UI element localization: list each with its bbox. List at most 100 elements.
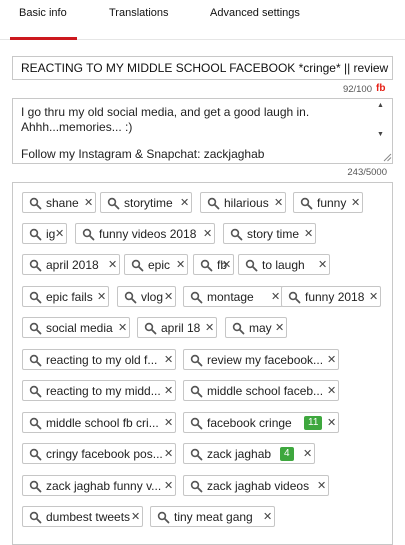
close-icon[interactable]: ✕ [203, 226, 212, 242]
tag-label: zack jaghab funny v... [46, 479, 162, 493]
title-input[interactable]: REACTING TO MY MIDDLE SCHOOL FACEBOOK *c… [12, 56, 393, 80]
tag-chip[interactable]: reacting to my old f... ✕ [22, 349, 176, 370]
search-icon [190, 291, 203, 304]
tag-chip[interactable]: montage ✕ [183, 286, 283, 307]
tag-chip[interactable]: ig ✕ [22, 223, 67, 244]
title-char-counter: 92/100 [342, 84, 372, 95]
close-icon[interactable]: ✕ [263, 509, 272, 525]
tab-translations[interactable]: Translations [109, 7, 169, 19]
tag-label: story time [247, 227, 300, 241]
close-icon[interactable]: ✕ [327, 352, 336, 368]
tag-label: april 18 [161, 321, 201, 335]
resize-grip-icon[interactable] [382, 152, 392, 162]
close-icon[interactable]: ✕ [351, 195, 360, 211]
tag-label: review my facebook... [207, 353, 324, 367]
search-icon [82, 228, 95, 241]
tag-label: funny [317, 196, 347, 210]
tag-label: montage [207, 290, 254, 304]
close-icon[interactable]: ✕ [303, 446, 312, 462]
search-icon [232, 322, 245, 335]
tag-chip[interactable]: zack jaghab 4 ✕ [183, 443, 315, 464]
search-icon [29, 511, 42, 524]
tag-chip[interactable]: facebook cringe 11 ✕ [183, 412, 339, 433]
search-icon [29, 480, 42, 493]
close-icon[interactable]: ✕ [108, 257, 117, 273]
close-icon[interactable]: ✕ [304, 226, 313, 242]
close-icon[interactable]: ✕ [327, 415, 336, 431]
tag-chip[interactable]: fb ✕ [193, 254, 234, 275]
tags-input[interactable]: shane ✕ storytime ✕ hilarious ✕ funny ✕ ig ✕ funny… [12, 182, 393, 545]
tag-chip[interactable]: epic ✕ [124, 254, 188, 275]
search-icon [207, 197, 220, 210]
tag-chip[interactable]: tiny meat gang ✕ [150, 506, 275, 527]
close-icon[interactable]: ✕ [118, 320, 127, 336]
description-char-counter: 243/5000 [347, 167, 387, 178]
tag-chip[interactable]: epic fails ✕ [22, 286, 109, 307]
tag-chip[interactable]: funny ✕ [293, 192, 363, 213]
tag-chip[interactable]: social media ✕ [22, 317, 130, 338]
tag-chip[interactable]: april 18 ✕ [137, 317, 217, 338]
close-icon[interactable]: ✕ [327, 383, 336, 399]
tag-label: cringy facebook pos... [46, 447, 163, 461]
tag-chip[interactable]: reacting to my midd... ✕ [22, 380, 176, 401]
tag-chip[interactable]: zack jaghab funny v... ✕ [22, 475, 176, 496]
tag-label: shane [46, 196, 79, 210]
close-icon[interactable]: ✕ [180, 195, 189, 211]
tag-chip[interactable]: funny videos 2018 ✕ [75, 223, 215, 244]
tab-basic-info[interactable]: Basic info [19, 7, 67, 19]
close-icon[interactable]: ✕ [131, 509, 140, 525]
tag-count-badge: 11 [304, 416, 323, 430]
tag-chip[interactable]: story time ✕ [223, 223, 316, 244]
tag-chip[interactable]: to laugh ✕ [238, 254, 330, 275]
close-icon[interactable]: ✕ [164, 478, 173, 494]
close-icon[interactable]: ✕ [164, 289, 173, 305]
arrow-up-icon[interactable]: ▲ [377, 102, 384, 109]
tag-chip[interactable]: vlog ✕ [117, 286, 176, 307]
tag-label: social media [46, 321, 113, 335]
close-icon[interactable]: ✕ [275, 320, 284, 336]
tag-chip[interactable]: funny 2018 ✕ [281, 286, 381, 307]
arrow-down-icon[interactable]: ▼ [377, 131, 384, 138]
tag-label: epic [148, 258, 171, 272]
tag-chip[interactable]: review my facebook... ✕ [183, 349, 339, 370]
tag-label: reacting to my midd... [46, 384, 161, 398]
tag-chip[interactable]: april 2018 ✕ [22, 254, 120, 275]
close-icon[interactable]: ✕ [164, 352, 173, 368]
description-line: I go thru my old social media, and get a… [21, 105, 310, 119]
close-icon[interactable]: ✕ [176, 257, 185, 273]
tag-chip[interactable]: zack jaghab videos ✕ [183, 475, 329, 496]
tag-label: epic fails [46, 290, 93, 304]
close-icon[interactable]: ✕ [164, 446, 173, 462]
tag-chip[interactable]: middle school fb cri... ✕ [22, 412, 176, 433]
tag-chip[interactable]: shane ✕ [22, 192, 96, 213]
search-icon [190, 417, 203, 430]
tag-chip[interactable]: middle school faceb... ✕ [183, 380, 339, 401]
tag-label: storytime [124, 196, 173, 210]
tag-chip[interactable]: hilarious ✕ [200, 192, 286, 213]
close-icon[interactable]: ✕ [271, 289, 280, 305]
tag-chip[interactable]: cringy facebook pos... ✕ [22, 443, 176, 464]
close-icon[interactable]: ✕ [55, 226, 64, 242]
close-icon[interactable]: ✕ [317, 478, 326, 494]
tab-bar: Basic info Translations Advanced setting… [0, 0, 405, 40]
close-icon[interactable]: ✕ [222, 257, 231, 273]
close-icon[interactable]: ✕ [164, 415, 173, 431]
search-icon [29, 197, 42, 210]
close-icon[interactable]: ✕ [97, 289, 106, 305]
search-icon [131, 259, 144, 272]
close-icon[interactable]: ✕ [84, 195, 93, 211]
description-textarea[interactable]: I go thru my old social media, and get a… [12, 98, 393, 164]
tag-chip[interactable]: dumbest tweets ✕ [22, 506, 143, 527]
tag-chip[interactable]: may ✕ [225, 317, 287, 338]
close-icon[interactable]: ✕ [164, 383, 173, 399]
close-icon[interactable]: ✕ [205, 320, 214, 336]
description-line: Ahhh...memories... :) [21, 120, 133, 134]
tab-advanced-settings[interactable]: Advanced settings [210, 7, 300, 19]
close-icon[interactable]: ✕ [274, 195, 283, 211]
close-icon[interactable]: ✕ [318, 257, 327, 273]
tag-label: vlog [141, 290, 164, 304]
close-icon[interactable]: ✕ [369, 289, 378, 305]
search-icon [190, 385, 203, 398]
tag-chip[interactable]: storytime ✕ [100, 192, 192, 213]
search-icon [29, 417, 42, 430]
